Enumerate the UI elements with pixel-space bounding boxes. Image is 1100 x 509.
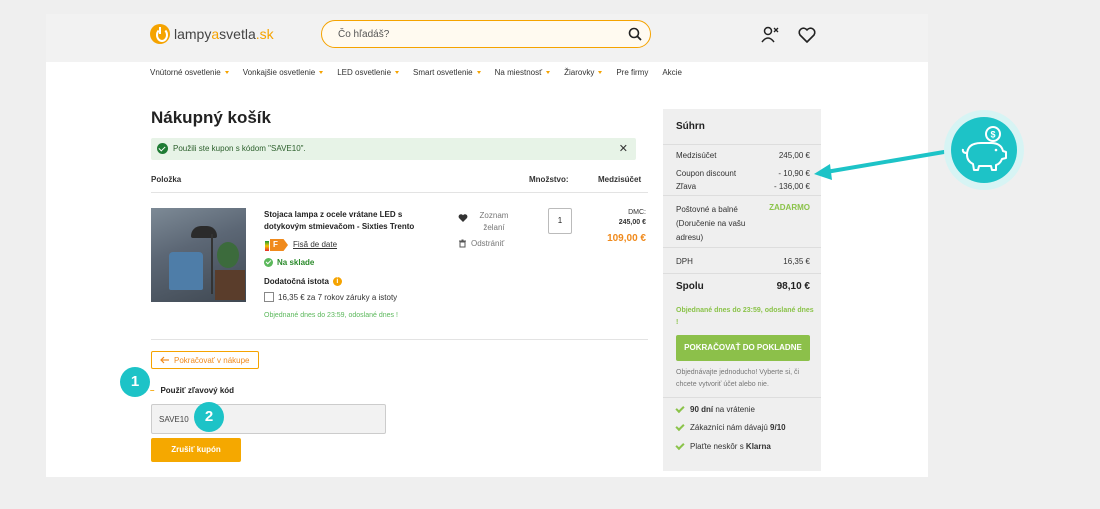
lamp-shade xyxy=(191,226,217,238)
logo-text: lampyasvetla.sk xyxy=(174,26,274,42)
divider xyxy=(663,144,821,145)
chevron-down-icon xyxy=(224,71,229,74)
energy-scale-icon xyxy=(265,241,269,251)
page-frame: lampyasvetla.sk Čo hľadáš? Vnútorné osve… xyxy=(46,14,928,477)
header: lampyasvetla.sk Čo hľadáš? xyxy=(46,14,928,62)
dmc-price: DMC: 245,00 € xyxy=(618,209,646,226)
chevron-down-icon xyxy=(476,71,481,74)
check-circle-icon xyxy=(157,143,168,154)
piggy-bank-badge: $ xyxy=(944,110,1024,190)
logo[interactable]: lampyasvetla.sk xyxy=(150,24,274,44)
quantity-input[interactable]: 1 xyxy=(548,208,572,234)
cancel-coupon-button[interactable]: Zrušiť kupón xyxy=(151,438,241,462)
piggy-circle: $ xyxy=(951,117,1017,183)
product-name[interactable]: Stojaca lampa z ocele vrátane LED s doty… xyxy=(264,209,444,233)
search-input[interactable]: Čo hľadáš? xyxy=(321,20,651,48)
nav-item[interactable]: Na miestnosť xyxy=(495,68,551,77)
datasheet-link[interactable]: Fisă de date xyxy=(293,240,337,249)
continue-shopping-button[interactable]: Pokračovať v nákupe xyxy=(151,351,259,369)
check-icon xyxy=(675,440,685,451)
divider xyxy=(151,192,648,193)
nav-item[interactable]: Smart osvetlenie xyxy=(413,68,481,77)
chevron-down-icon xyxy=(546,71,551,74)
check-circle-icon xyxy=(264,258,273,267)
coupon-success-alert: Použili ste kupon s kódom "SAVE10". ✕ xyxy=(151,138,636,160)
close-icon[interactable]: ✕ xyxy=(619,142,628,155)
piggy-bank-icon: $ xyxy=(961,126,1007,171)
divider xyxy=(663,247,821,248)
chevron-down-icon xyxy=(598,71,603,74)
armchair xyxy=(169,252,203,290)
summary-title: Súhrn xyxy=(676,121,705,132)
step-badge-1: 1 xyxy=(120,367,150,397)
chevron-down-icon xyxy=(319,71,324,74)
order-summary: Súhrn Medzisúčet 245,00 € Coupon discount… xyxy=(663,109,821,471)
power-logo-icon xyxy=(150,24,170,44)
heart-icon[interactable] xyxy=(797,25,817,45)
nav-item[interactable]: Vonkajšie osvetlenie xyxy=(243,68,324,77)
guest-checkout-note: Objednávajte jednoducho! Vyberte si, či … xyxy=(676,369,800,388)
warranty-checkbox[interactable] xyxy=(264,292,274,302)
column-header-qty: Množstvo: xyxy=(529,175,569,184)
lamp-pole xyxy=(211,234,213,294)
warranty-option[interactable]: 16,35 € za 7 rokov záruky a istoty xyxy=(264,292,397,302)
summary-row-shipping: Poštovné a balné (Doručenie na vašu adre… xyxy=(676,203,810,242)
divider xyxy=(663,273,821,274)
coupon-toggle[interactable]: – Použiť zľavový kód xyxy=(150,386,234,395)
divider xyxy=(663,397,821,398)
search-placeholder: Čo hľadáš? xyxy=(338,29,390,40)
product-image[interactable] xyxy=(151,208,246,302)
info-icon[interactable]: i xyxy=(332,277,342,286)
column-header-item: Položka xyxy=(151,175,182,184)
step-badge-2: 2 xyxy=(194,402,224,432)
arrow-annotation-icon xyxy=(814,150,946,180)
nav-item[interactable]: LED osvetlenie xyxy=(337,68,400,77)
checkout-button[interactable]: POKRAČOVAŤ DO POKLADNE xyxy=(676,335,810,361)
summary-row-discount: Zľava - 136,00 € xyxy=(676,182,810,191)
summary-ship-note: Objednané dnes do 23:59, odoslané dnes ! xyxy=(676,307,814,326)
item-price: 109,00 € xyxy=(607,233,646,244)
divider xyxy=(151,339,648,340)
divider xyxy=(663,195,821,196)
usp-returns: 90 dní na vrátenie xyxy=(675,403,755,414)
summary-row-coupon: Coupon discount - 10,90 € xyxy=(676,169,810,178)
page-title: Nákupný košík xyxy=(151,108,271,127)
main-nav: Vnútorné osvetlenie Vonkajšie osvetlenie… xyxy=(150,68,682,77)
collapse-icon: – xyxy=(150,386,155,395)
summary-row-vat: DPH 16,35 € xyxy=(676,257,810,266)
energy-class-badge: F xyxy=(270,239,288,251)
wishlist-link[interactable]: Zoznam želaní xyxy=(458,210,514,234)
check-icon xyxy=(675,403,685,414)
trash-icon xyxy=(459,239,466,248)
column-header-subtotal: Medzisúčet xyxy=(598,175,642,184)
heart-icon xyxy=(458,214,468,222)
plant xyxy=(217,242,239,268)
check-icon xyxy=(675,421,685,432)
nav-item[interactable]: Žiarovky xyxy=(564,68,603,77)
remove-link[interactable]: Odstrániť xyxy=(458,239,504,248)
usp-rating: Zákazníci nám dávajú 9/10 xyxy=(675,421,786,432)
nav-item[interactable]: Akcie xyxy=(662,68,682,77)
search-icon[interactable] xyxy=(628,27,642,41)
alert-text: Použili ste kupon s kódom "SAVE10". xyxy=(173,144,306,153)
energy-label[interactable]: F xyxy=(265,239,288,251)
user-icon[interactable] xyxy=(760,25,780,45)
summary-row-total: Spolu 98,10 € xyxy=(676,281,810,292)
svg-text:$: $ xyxy=(990,130,995,140)
summary-row-subtotal: Medzisúčet 245,00 € xyxy=(676,151,810,160)
shipping-note: Objednané dnes do 23:59, odoslané dnes ! xyxy=(264,312,398,319)
arrow-left-icon xyxy=(160,356,169,364)
usp-klarna: Plaťte neskôr s Klarna xyxy=(675,440,771,451)
coupon-code-field[interactable]: SAVE10 xyxy=(151,404,386,434)
chevron-down-icon xyxy=(395,71,400,74)
stock-status: Na sklade xyxy=(264,258,314,267)
nav-item[interactable]: Pre firmy xyxy=(616,68,648,77)
nav-item[interactable]: Vnútorné osvetlenie xyxy=(150,68,229,77)
side-table xyxy=(215,270,245,300)
extra-warranty-title: Dodatočná istota i xyxy=(264,277,342,286)
